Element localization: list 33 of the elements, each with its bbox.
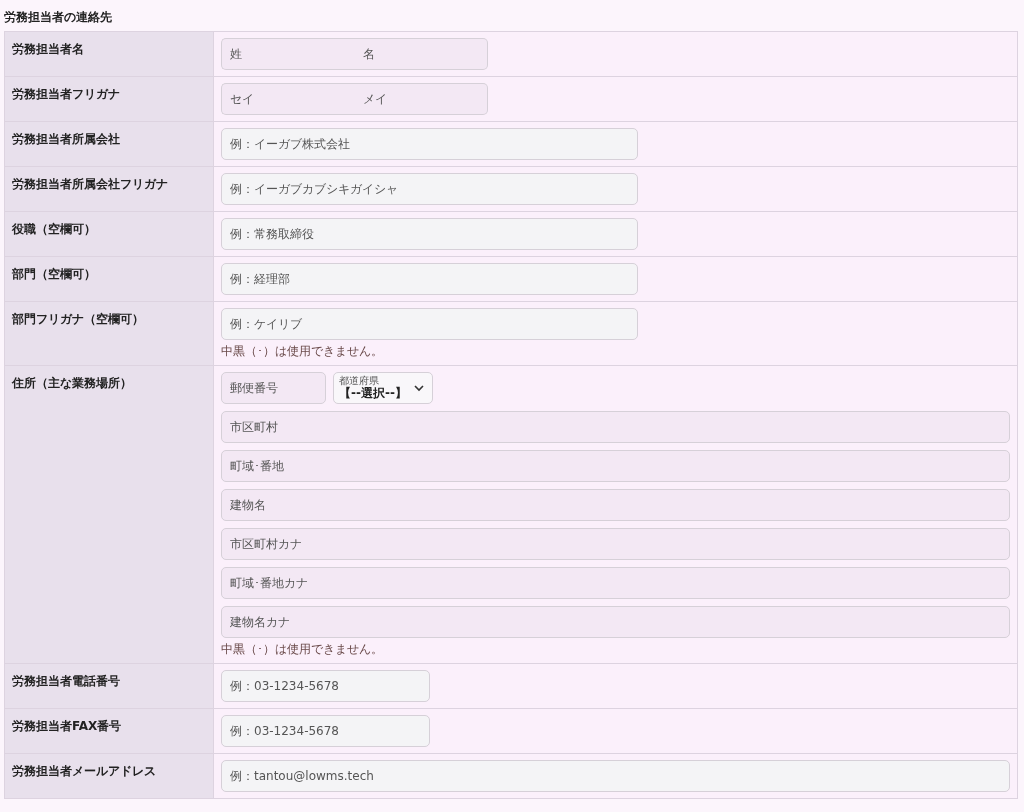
input-field[interactable]: 例：03-1234-5678 xyxy=(221,670,430,702)
input-field[interactable]: 例：常務取締役 xyxy=(221,218,638,250)
input-field[interactable]: 町域･番地 xyxy=(221,450,1010,482)
input-field[interactable]: 町域･番地カナ xyxy=(221,567,1010,599)
input-field[interactable]: 市区町村 xyxy=(221,411,1010,443)
input-field[interactable]: 例：03-1234-5678 xyxy=(221,715,430,747)
field-label: 労務担当者電話番号 xyxy=(5,664,214,708)
chevron-down-icon xyxy=(414,384,424,392)
input-field[interactable]: 市区町村カナ xyxy=(221,528,1010,560)
input-field[interactable]: 建物名カナ xyxy=(221,606,1010,638)
field-label: 労務担当者名 xyxy=(5,32,214,76)
field-label: 労務担当者FAX番号 xyxy=(5,709,214,753)
prefecture-dropdown[interactable]: 都道府県 【--選択--】 xyxy=(333,372,433,404)
field-label: 部門フリガナ（空欄可） xyxy=(5,302,214,365)
field-label: 住所（主な業務場所） xyxy=(5,366,214,663)
field-note: 中黒（･）は使用できません。 xyxy=(221,344,384,359)
input-field[interactable]: 例：tantou@lowms.tech xyxy=(221,760,1010,792)
section-title: 労務担当者の連絡先 xyxy=(3,9,113,26)
input-field[interactable]: 郵便番号 xyxy=(221,372,326,404)
dropdown-value: 【--選択--】 xyxy=(339,386,407,400)
field-label: 労務担当者メールアドレス xyxy=(5,754,214,798)
field-note: 中黒（･）は使用できません。 xyxy=(221,642,384,657)
field-label: 労務担当者所属会社フリガナ xyxy=(5,167,214,211)
input-field[interactable]: 例：経理部 xyxy=(221,263,638,295)
input-field[interactable]: 建物名 xyxy=(221,489,1010,521)
field-label: 労務担当者フリガナ xyxy=(5,77,214,121)
input-field[interactable]: 例：ケイリブ xyxy=(221,308,638,340)
dropdown-label: 都道府県 xyxy=(339,376,380,387)
field-label: 役職（空欄可） xyxy=(5,212,214,256)
input-field[interactable]: 例：イーガブカブシキガイシャ xyxy=(221,173,638,205)
field-label: 労務担当者所属会社 xyxy=(5,122,214,166)
input-field[interactable]: 例：イーガブ株式会社 xyxy=(221,128,638,160)
field-label: 部門（空欄可） xyxy=(5,257,214,301)
